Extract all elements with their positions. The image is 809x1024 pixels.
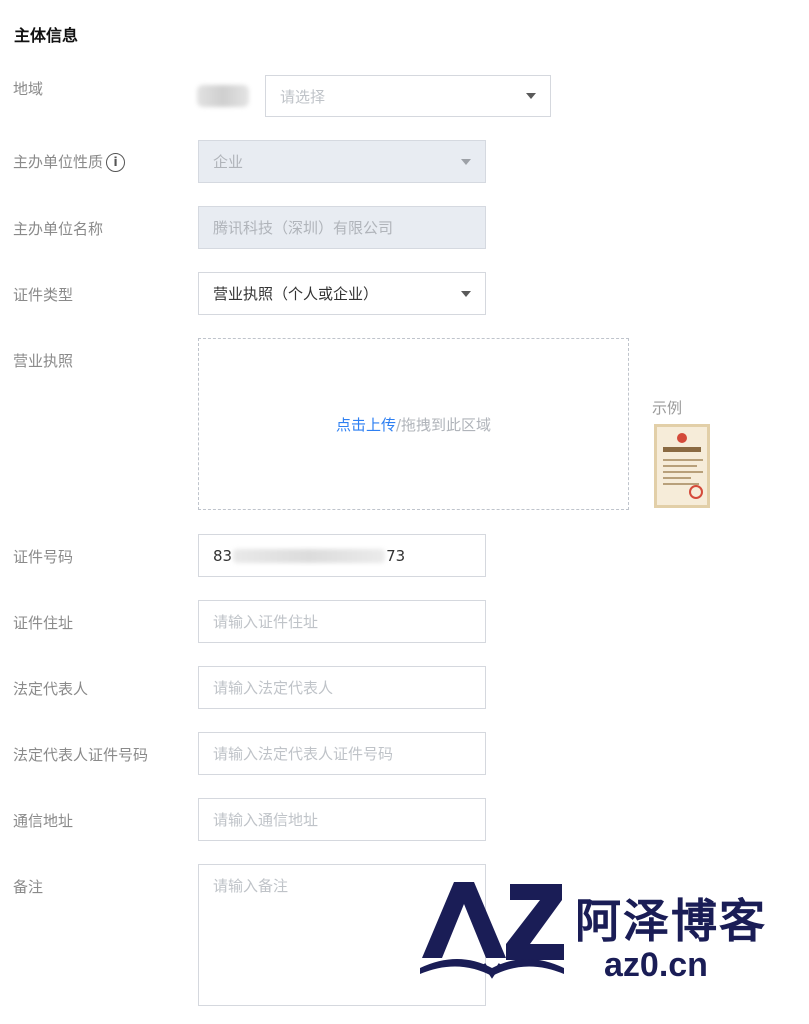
license-label: 营业执照 [13,352,74,370]
emblem-icon [677,433,687,443]
mail-address-placeholder: 请输入通信地址 [213,811,319,829]
legal-rep-label: 法定代表人 [13,680,89,698]
thumb-line [663,471,703,473]
region-select-placeholder: 请选择 [280,87,326,106]
chevron-down-icon [461,158,471,165]
org-name-value: 腾讯科技（深圳）有限公司 [213,219,394,237]
cert-address-input[interactable]: 请输入证件住址 [198,600,486,643]
chevron-down-icon [526,93,536,99]
logo-letter-z [506,884,564,960]
cert-address-placeholder: 请输入证件住址 [213,613,319,631]
remarks-placeholder: 请输入备注 [213,877,289,895]
thumb-line [663,465,697,467]
cert-number-label: 证件号码 [13,548,74,566]
cert-type-value: 营业执照（个人或企业） [213,285,379,303]
mail-address-label: 通信地址 [13,812,74,830]
mail-address-input[interactable]: 请输入通信地址 [198,798,486,841]
watermark-name: 阿泽博客 [575,894,767,948]
cert-address-label: 证件住址 [13,614,74,632]
legal-rep-id-placeholder: 请输入法定代表人证件号码 [213,745,394,763]
info-icon[interactable]: i [106,153,126,172]
thumb-line [663,459,703,461]
section-title: 主体信息 [14,26,79,45]
logo-letter-a [422,882,506,958]
legal-rep-id-input[interactable]: 请输入法定代表人证件号码 [198,732,486,775]
org-name-field: 腾讯科技（深圳）有限公司 [198,206,486,249]
cert-number-end: 73 [386,546,406,565]
stamp-icon [689,485,703,499]
org-type-value: 企业 [213,153,244,171]
org-type-select: 企业 [198,140,486,183]
cert-number-input[interactable]: 83 73 [198,534,486,577]
org-type-label-text: 主办单位性质 [13,153,104,171]
remarks-label: 备注 [13,878,44,896]
cert-number-start: 83 [213,546,233,565]
org-name-label: 主办单位名称 [13,220,104,238]
watermark-url: az0.cn [604,946,708,984]
legal-rep-id-label: 法定代表人证件号码 [13,746,149,764]
upload-link[interactable]: 点击上传 [336,414,396,435]
org-type-label: 主办单位性质 i [13,151,126,172]
chevron-down-icon [461,290,471,297]
legal-rep-placeholder: 请输入法定代表人 [213,679,334,697]
cert-number-redacted [233,548,386,563]
license-upload-area[interactable]: 点击上传/拖拽到此区域 [198,338,629,510]
upload-hint: /拖拽到此区域 [395,415,492,434]
cert-type-select[interactable]: 营业执照（个人或企业） [198,272,486,315]
license-example-thumbnail[interactable] [654,424,710,508]
region-prefix-blurred [197,85,249,107]
example-label: 示例 [652,399,683,417]
thumb-title-line [663,447,701,452]
region-label: 地域 [13,80,44,98]
cert-type-label: 证件类型 [13,286,74,304]
thumb-line [663,477,691,479]
region-select[interactable]: 请选择 [265,75,551,117]
legal-rep-input[interactable]: 请输入法定代表人 [198,666,486,709]
